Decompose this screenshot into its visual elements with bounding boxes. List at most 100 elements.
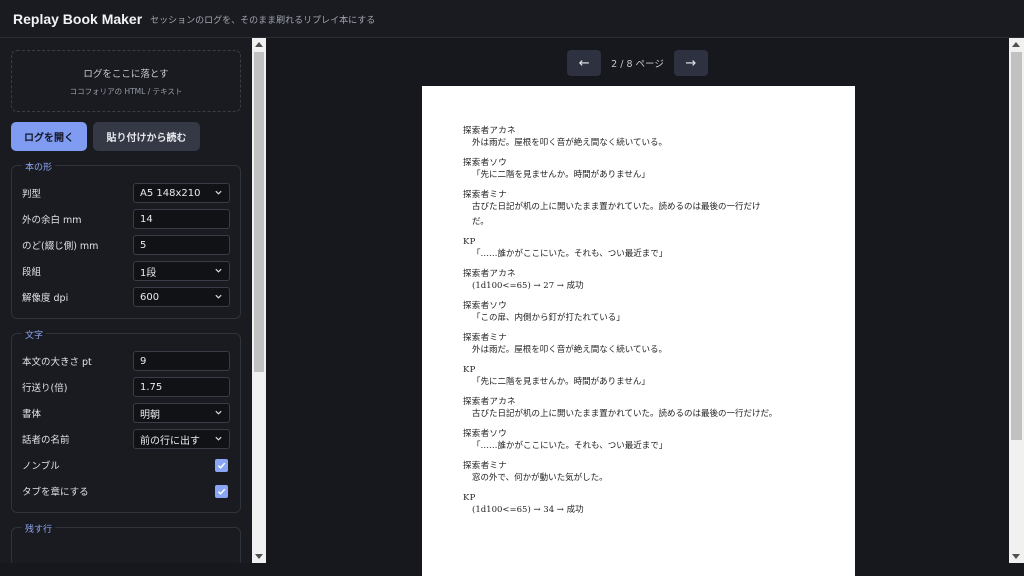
columns-label: 段組: [22, 267, 42, 278]
scroll-up-arrow[interactable]: [255, 42, 263, 47]
open-log-button[interactable]: ログを開く: [11, 122, 87, 151]
dropzone-hint: ココフォリアの HTML / テキスト: [69, 86, 183, 96]
dpi-value: 600: [140, 291, 160, 303]
dialogue-line: 「先に二階を見ませんか。時間がありません」: [472, 170, 650, 180]
leading-input[interactable]: 1.75: [133, 377, 230, 397]
dialogue-line: 古びた日記が机の上に開いたまま置かれていた。読めるのは最後の一行だけ: [472, 202, 761, 212]
sidebar: ログをここに落とす ココフォリアの HTML / テキスト ログを開く 貼り付け…: [0, 38, 252, 563]
outer-margin-label: 外の余白 mm: [22, 215, 82, 226]
preview-viewer: ← 2 / 8 ページ → 探索者アカネ外は雨だ。屋根を叩く音が絶え間なく続いて…: [266, 38, 1009, 576]
app-title: Replay Book Maker: [13, 10, 143, 27]
speaker-name: 探索者ミナ: [463, 461, 508, 471]
outer-margin-row: 外の余白 mm 14: [22, 206, 230, 232]
dpi-select[interactable]: 600: [133, 287, 230, 307]
scroll-down-arrow[interactable]: [1012, 554, 1020, 559]
dialogue-line: 外は雨だ。屋根を叩く音が絶え間なく続いている。: [472, 345, 667, 355]
pager: ← 2 / 8 ページ →: [266, 50, 1009, 76]
speaker-name: KP: [463, 493, 476, 503]
speaker-name-row: 話者の名前 前の行に出す: [22, 426, 230, 452]
format-label: 判型: [22, 189, 42, 200]
font-size-input[interactable]: 9: [133, 351, 230, 371]
dialogue-line: だ。: [472, 217, 489, 227]
main-scroll-thumb[interactable]: [1011, 52, 1022, 440]
dialogue-line: 古びた日記が机の上に開いたまま置かれていた。読めるのは最後の一行だけだ。: [472, 409, 778, 419]
book-shape-legend: 本の形: [22, 160, 56, 173]
speaker-name: KP: [463, 365, 476, 375]
log-entry: KP 「先に二階を見ませんか。時間がありません」: [463, 365, 819, 390]
paste-log-button[interactable]: 貼り付けから読む: [93, 122, 200, 151]
dialogue-line: 外は雨だ。屋根を叩く音が絶え間なく続いている。: [472, 138, 667, 148]
page-preview: 探索者アカネ 外は雨だ。屋根を叩く音が絶え間なく続いている。 探索者ソウ 「先に二階を…: [422, 86, 855, 576]
nombre-checkbox[interactable]: [215, 458, 228, 472]
columns-row: 段組 1段: [22, 258, 230, 284]
dialogue-line: 「先に二階を見ませんか。時間がありません」: [472, 377, 650, 387]
dropzone-title: ログをここに落とす: [83, 68, 169, 80]
log-entry: 探索者ソウ「先に二階を見ませんか。時間がありません」: [463, 158, 819, 183]
dialogue-line: 「……誰かがここにいた。それも、つい最近まで」: [472, 441, 668, 451]
dialogue-line: (1d100<=65) → 27 → 成功: [472, 281, 584, 291]
typeface-select[interactable]: 明朝: [133, 403, 230, 423]
tabs-as-chapters-label: タブを章にする: [22, 487, 89, 498]
typeface-row: 書体 明朝: [22, 400, 230, 426]
speaker-name: 探索者アカネ: [463, 397, 516, 407]
log-entry: 探索者ミナ窓の外で、何かが動いた気がした。: [463, 461, 819, 486]
dialogue-line: 「……誰かがここにいた。それも、つい最近まで」: [472, 249, 668, 259]
gutter-input[interactable]: 5: [133, 235, 230, 255]
gutter-row: のど(綴じ側) mm 5: [22, 232, 230, 258]
chevron-down-icon: [215, 410, 222, 415]
nombre-label: ノンブル: [22, 461, 60, 472]
tabs-as-chapters-checkbox[interactable]: [215, 484, 228, 498]
columns-value: 1段: [140, 267, 157, 279]
speaker-name: 探索者アカネ: [463, 126, 516, 136]
log-entry: 探索者ミナ 古びた日記が机の上に開いたまま置かれていた。読めるのは最後の一行だけだ…: [463, 190, 819, 230]
speaker-name: 探索者ソウ: [463, 301, 508, 311]
chevron-down-icon: [215, 268, 222, 273]
chevron-down-icon: [215, 294, 222, 299]
dialogue-line: 窓の外で、何かが動いた気がした。: [472, 473, 608, 483]
columns-select[interactable]: 1段: [133, 261, 230, 281]
prev-page-button[interactable]: ←: [567, 50, 602, 76]
log-entry: 探索者ミナ 外は雨だ。屋根を叩く音が絶え間なく続いている。: [463, 333, 819, 358]
sidebar-scroll-thumb[interactable]: [254, 52, 264, 372]
speaker-name: 探索者ソウ: [463, 158, 508, 168]
gutter-label: のど(綴じ側) mm: [22, 241, 99, 252]
speaker-name-label: 話者の名前: [22, 435, 70, 446]
log-entry: KP 「……誰かがここにいた。それも、つい最近まで」: [463, 237, 819, 262]
speaker-name: 探索者ソウ: [463, 429, 508, 439]
book-shape-panel: 本の形 判型 A5 148x210 外の余白 mm 14 のど(綴じ側) mm …: [11, 160, 241, 319]
outer-margin-value: 14: [140, 213, 153, 225]
font-size-value: 9: [140, 355, 147, 367]
checkmark-icon: [217, 488, 226, 495]
outer-margin-input[interactable]: 14: [133, 209, 230, 229]
leading-label: 行送り(倍): [22, 383, 68, 394]
log-entry: 探索者アカネ (1d100<=65) → 27 → 成功: [463, 269, 819, 294]
text-panel: 文字 本文の大きさ pt 9 行送り(倍) 1.75 書体 明朝 話者の名前 前…: [11, 328, 241, 513]
text-legend: 文字: [22, 328, 47, 341]
speaker-name-select[interactable]: 前の行に出す: [133, 429, 230, 449]
log-entry: 探索者ソウ「……誰かがここにいた。それも、つい最近まで」: [463, 429, 819, 454]
typeface-label: 書体: [22, 409, 42, 420]
sidebar-scrollbar[interactable]: [252, 38, 266, 563]
dialogue-line: 「この扉、内側から釘が打たれている」: [472, 313, 625, 323]
main-scrollbar[interactable]: [1009, 38, 1024, 563]
leading-row: 行送り(倍) 1.75: [22, 374, 230, 400]
typeface-value: 明朝: [140, 409, 160, 421]
page-indicator: 2 / 8 ページ: [611, 59, 664, 70]
font-size-label: 本文の大きさ pt: [22, 357, 92, 368]
scroll-up-arrow[interactable]: [1012, 42, 1020, 47]
scroll-down-arrow[interactable]: [255, 554, 263, 559]
log-entry: 探索者アカネ古びた日記が机の上に開いたまま置かれていた。読めるのは最後の一行だけ…: [463, 397, 819, 422]
app-subtitle: セッションのログを、そのまま刷れるリプレイ本にする: [150, 16, 376, 26]
chevron-down-icon: [215, 436, 222, 441]
nombre-row: ノンブル: [22, 452, 230, 478]
checkmark-icon: [217, 462, 226, 469]
log-entry: 探索者ソウ「この扉、内側から釘が打たれている」: [463, 301, 819, 326]
keep-lines-legend: 残す行: [22, 522, 56, 535]
format-value: A5 148x210: [140, 187, 201, 199]
next-page-button[interactable]: →: [673, 50, 708, 76]
format-select[interactable]: A5 148x210: [133, 183, 230, 203]
log-dropzone[interactable]: ログをここに落とす ココフォリアの HTML / テキスト: [11, 50, 241, 112]
chevron-down-icon: [215, 190, 222, 195]
app-header: Replay Book Maker セッションのログを、そのまま刷れるリプレイ本…: [0, 0, 1024, 38]
tabs-as-chapters-row: タブを章にする: [22, 478, 230, 504]
